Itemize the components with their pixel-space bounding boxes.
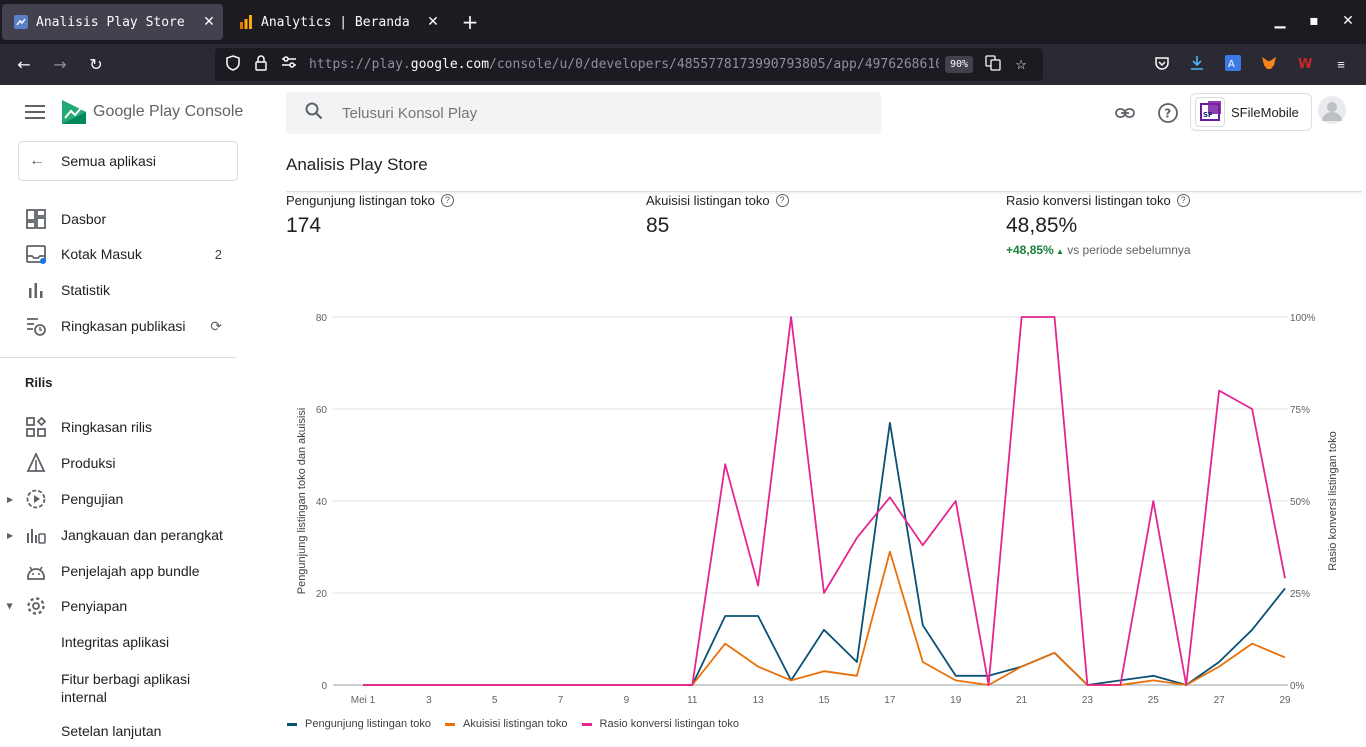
tab-title: Analytics | Beranda (261, 14, 410, 30)
maximize-window-icon[interactable]: ▪ (1303, 10, 1325, 32)
browser-nav-bar: ← → ↻ https://play.google.com/console/u/… (0, 44, 1366, 85)
extension-w-icon[interactable]: W (1295, 55, 1315, 75)
x-tick-label: 7 (558, 695, 564, 706)
legend-item[interactable]: Pengunjung listingan toko (287, 718, 431, 730)
browser-tab-strip: Analisis Play Store | SFileMobile ✕ Anal… (0, 0, 1366, 44)
series-line (363, 421, 1286, 686)
legend-item[interactable]: Rasio konversi listingan toko (581, 718, 739, 730)
x-tick-label: 29 (1279, 695, 1291, 706)
chart-legend: Pengunjung listingan toko Akuisisi listi… (287, 718, 753, 730)
x-tick-label: Mei 1 (351, 695, 376, 706)
permissions-icon[interactable] (279, 55, 299, 75)
address-bar[interactable]: https://play.google.com/console/u/0/deve… (215, 48, 1043, 81)
legend-item[interactable]: Akuisisi listingan toko (444, 718, 568, 730)
metamask-icon[interactable] (1259, 55, 1279, 75)
svg-text:W: W (1298, 57, 1312, 71)
browser-tab[interactable]: Analytics | Beranda ✕ (227, 4, 447, 40)
reload-icon[interactable]: ↻ (83, 52, 109, 78)
tab-title: Analisis Play Store | SFileMobile (36, 14, 195, 30)
close-tab-icon[interactable]: ✕ (419, 14, 447, 30)
new-tab-icon[interactable]: + (458, 8, 482, 36)
y-right-tick-label: 25% (1290, 589, 1310, 600)
y-left-tick-label: 20 (316, 589, 328, 600)
browser-tab-active[interactable]: Analisis Play Store | SFileMobile ✕ (2, 4, 223, 40)
x-tick-label: 5 (492, 695, 498, 706)
legend-label: Rasio konversi listingan toko (599, 718, 739, 730)
translate-extension-icon[interactable]: A (1223, 55, 1243, 75)
y-left-axis-title: Pengunjung listingan toko dan akuisisi (296, 408, 308, 595)
y-left-tick-label: 80 (316, 313, 328, 324)
x-tick-label: 3 (426, 695, 432, 706)
download-icon[interactable] (1187, 55, 1207, 75)
zoom-level[interactable]: 90% (945, 56, 974, 73)
app-menu-icon[interactable]: ≡ (1331, 55, 1351, 75)
pocket-icon[interactable] (1152, 55, 1172, 75)
x-tick-label: 13 (753, 695, 765, 706)
analytics-favicon-icon (239, 15, 253, 29)
x-tick-label: 11 (687, 695, 698, 706)
shield-icon[interactable] (223, 54, 243, 75)
play-console-favicon-icon (14, 15, 28, 29)
store-listing-chart: 0 20 40 60 80 0% 25% 50% 75% 100% Mei 1 3 5 7 9 11 13 15 1… (296, 313, 1339, 706)
svg-text:A: A (1228, 59, 1235, 70)
y-right-tick-label: 0% (1290, 681, 1305, 692)
x-tick-label: 21 (1016, 695, 1028, 706)
lock-icon[interactable] (251, 54, 271, 75)
x-tick-label: 19 (950, 695, 962, 706)
forward-icon[interactable]: → (47, 52, 73, 78)
x-tick-label: 17 (884, 695, 896, 706)
x-tick-label: 25 (1148, 695, 1160, 706)
x-tick-label: 23 (1082, 695, 1094, 706)
close-window-icon[interactable]: ✕ (1337, 10, 1359, 32)
minimize-window-icon[interactable]: ▁ (1269, 10, 1291, 32)
legend-label: Pengunjung listingan toko (305, 718, 431, 730)
y-right-tick-label: 75% (1290, 405, 1310, 416)
url-text[interactable]: https://play.google.com/console/u/0/deve… (309, 57, 939, 72)
y-right-axis-title: Rasio konversi listingan toko (1327, 431, 1339, 570)
x-tick-label: 27 (1214, 695, 1226, 706)
y-left-tick-label: 40 (316, 497, 328, 508)
close-tab-icon[interactable]: ✕ (195, 14, 223, 30)
play-console-page: Google Play Console ← Semua aplikasi Das… (0, 85, 1366, 739)
x-tick-label: 15 (818, 695, 830, 706)
bookmark-star-icon[interactable]: ☆ (1011, 55, 1031, 75)
translate-icon[interactable] (983, 54, 1003, 75)
y-left-tick-label: 0 (321, 681, 327, 692)
legend-swatch (444, 722, 455, 726)
x-tick-label: 9 (624, 695, 630, 706)
legend-swatch (287, 722, 297, 726)
legend-swatch (581, 722, 592, 726)
legend-label: Akuisisi listingan toko (462, 718, 568, 730)
back-icon[interactable]: ← (11, 52, 37, 78)
y-right-tick-label: 50% (1290, 497, 1310, 508)
y-right-tick-label: 100% (1290, 313, 1316, 324)
series-line (363, 550, 1286, 686)
y-left-tick-label: 60 (316, 405, 328, 416)
